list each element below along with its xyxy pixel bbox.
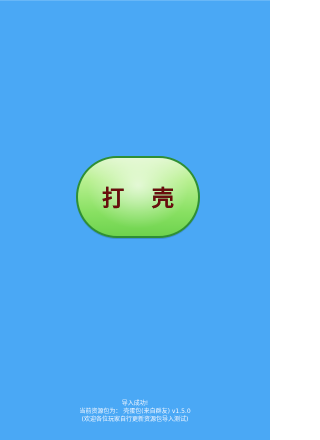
status-line-invite-testing: (欢迎各位玩家自行更新资源包导入测试) <box>81 416 189 423</box>
primary-action-container: 打 壳 <box>76 156 200 238</box>
status-message: 导入成功! 当前资源包为： 壳蛋包(来自群友) v1.5.0 (欢迎各位玩家自行… <box>0 400 270 424</box>
top-divider <box>0 0 270 1</box>
hit-shell-button-label: 打 壳 <box>102 187 184 212</box>
status-line-import-success: 导入成功! <box>121 400 149 407</box>
hit-shell-button[interactable]: 打 壳 <box>76 156 200 238</box>
app-screen: 打 壳 导入成功! 当前资源包为： 壳蛋包(来自群友) v1.5.0 (欢迎各位… <box>0 0 270 440</box>
status-line-current-pack: 当前资源包为： 壳蛋包(来自群友) v1.5.0 <box>79 408 191 415</box>
